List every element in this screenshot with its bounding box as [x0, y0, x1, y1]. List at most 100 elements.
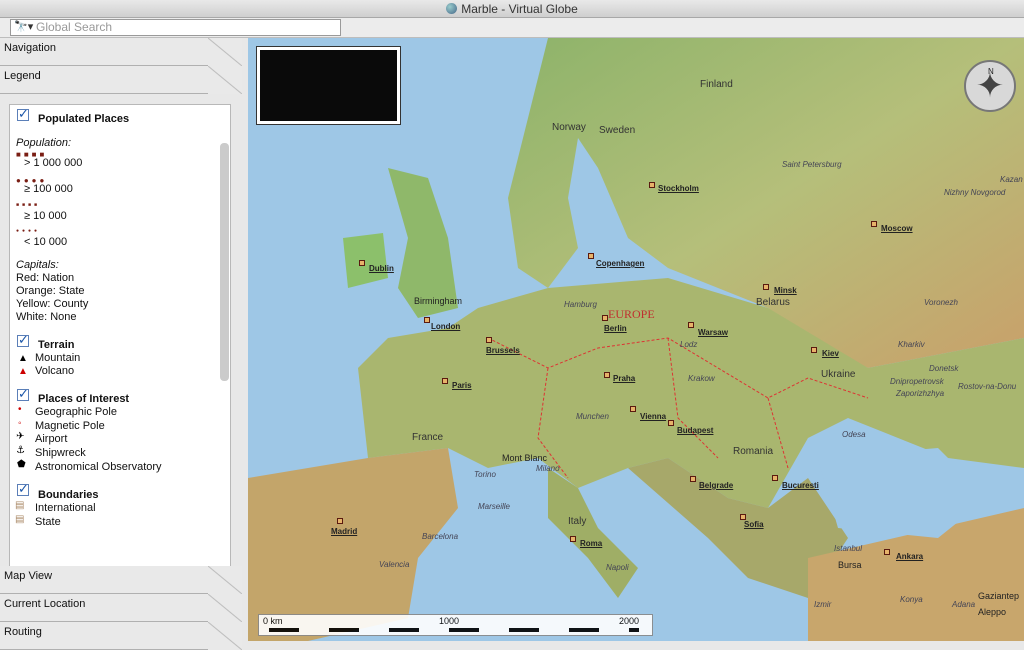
legend-scrollbar[interactable] — [220, 143, 229, 381]
tab-label: Map View — [4, 570, 53, 582]
city-marker[interactable] — [359, 260, 365, 266]
compass-north-label: N — [988, 67, 994, 76]
city-marker[interactable] — [486, 337, 492, 343]
city-label[interactable]: Valencia — [379, 560, 409, 569]
magnetic-pole-icon: ◦ — [18, 418, 22, 429]
city-label[interactable]: Napoli — [606, 563, 629, 572]
city-label[interactable]: Paris — [452, 381, 472, 390]
tab-routing[interactable]: Routing — [0, 622, 242, 650]
city-label[interactable]: Nizhny Novgorod — [944, 188, 1005, 197]
city-label[interactable]: Barcelona — [422, 532, 458, 541]
legend-item: Airport — [35, 433, 68, 445]
city-marker[interactable] — [871, 221, 877, 227]
city-label[interactable]: Odesa — [842, 430, 866, 439]
city-marker[interactable] — [604, 372, 610, 378]
city-label[interactable]: Berlin — [604, 324, 627, 333]
city-marker[interactable] — [884, 549, 890, 555]
legend-item: State — [35, 516, 61, 528]
map-view[interactable]: N ✦ EUROPE Finland Norway Sweden Belarus … — [248, 38, 1024, 641]
compass-icon[interactable]: N ✦ — [964, 60, 1016, 112]
capitals-label: Capitals: — [16, 259, 59, 271]
city-label[interactable]: Donetsk — [929, 364, 958, 373]
mountain-icon: ▲ — [18, 353, 28, 364]
overview-map[interactable] — [256, 46, 401, 125]
city-label[interactable]: Belgrade — [699, 481, 733, 490]
city-label[interactable]: Vienna — [640, 412, 666, 421]
city-label[interactable]: Istanbul — [834, 544, 862, 553]
city-label[interactable]: Hamburg — [564, 300, 597, 309]
city-label[interactable]: Roma — [580, 539, 602, 548]
tab-label: Current Location — [4, 598, 86, 610]
populated-places-checkbox[interactable] — [17, 106, 29, 122]
country-label: Italy — [568, 516, 587, 527]
city-label[interactable]: Aleppo — [978, 607, 1006, 617]
city-label[interactable]: Izmir — [814, 600, 831, 609]
legend-item: Geographic Pole — [35, 406, 117, 418]
city-label[interactable]: Konya — [900, 595, 923, 604]
city-marker[interactable] — [424, 317, 430, 323]
geographic-pole-icon: • — [18, 404, 22, 415]
city-label[interactable]: Dublin — [369, 264, 394, 273]
city-marker[interactable] — [630, 406, 636, 412]
global-search-input[interactable]: 🔭▾ Global Search — [10, 19, 341, 36]
city-label[interactable]: Sofia — [744, 520, 764, 529]
city-label[interactable]: Milano — [536, 464, 560, 473]
city-label[interactable]: Torino — [474, 470, 496, 479]
city-symbol-row: ●●●● — [16, 228, 41, 234]
city-marker[interactable] — [688, 322, 694, 328]
city-marker[interactable] — [570, 536, 576, 542]
city-label[interactable]: Munchen — [576, 412, 609, 421]
city-marker[interactable] — [772, 475, 778, 481]
tab-navigation[interactable]: Navigation — [0, 38, 242, 66]
city-label[interactable]: Budapest — [677, 426, 713, 435]
city-label[interactable]: Dnipropetrovsk — [890, 377, 944, 386]
city-marker[interactable] — [602, 315, 608, 321]
city-label[interactable]: Adana — [952, 600, 975, 609]
city-marker[interactable] — [811, 347, 817, 353]
overview-world-map — [260, 50, 397, 121]
tab-label: Legend — [4, 70, 41, 82]
city-label[interactable]: Gaziantep — [978, 591, 1019, 601]
city-label[interactable]: Marseille — [478, 502, 510, 511]
marble-globe-icon — [446, 3, 458, 14]
places-of-interest-checkbox[interactable] — [17, 386, 29, 402]
city-label[interactable]: Minsk — [774, 286, 797, 295]
city-label[interactable]: Birmingham — [414, 296, 462, 306]
city-label[interactable]: Mont Blanc — [502, 453, 547, 463]
scale-label: 2000 — [619, 616, 640, 626]
city-label[interactable]: Brussels — [486, 346, 520, 355]
boundaries-checkbox[interactable] — [17, 481, 29, 497]
tab-current-location[interactable]: Current Location — [0, 594, 242, 622]
city-label[interactable]: Kharkiv — [898, 340, 925, 349]
city-label[interactable]: Voronezh — [924, 298, 958, 307]
city-label[interactable]: Stockholm — [658, 184, 699, 193]
city-label[interactable]: Bursa — [838, 560, 862, 570]
city-marker[interactable] — [337, 518, 343, 524]
city-label[interactable]: Lodz — [680, 340, 697, 349]
city-label[interactable]: Moscow — [881, 224, 913, 233]
city-marker[interactable] — [690, 476, 696, 482]
city-label[interactable]: Bucuresti — [782, 481, 819, 490]
terrain-checkbox[interactable] — [17, 332, 29, 348]
international-boundary-icon: ▤ — [15, 500, 25, 511]
city-label[interactable]: Ankara — [896, 552, 923, 561]
tab-map-view[interactable]: Map View — [0, 566, 242, 594]
city-marker[interactable] — [649, 182, 655, 188]
city-label[interactable]: Zaporizhzhya — [896, 389, 944, 398]
city-label[interactable]: Kiev — [822, 349, 839, 358]
tab-legend[interactable]: Legend — [0, 66, 242, 94]
city-marker[interactable] — [588, 253, 594, 259]
city-marker[interactable] — [763, 284, 769, 290]
city-label[interactable]: Saint Petersburg — [782, 160, 842, 169]
binoculars-icon[interactable]: 🔭▾ — [14, 20, 33, 35]
city-label[interactable]: London — [431, 322, 460, 331]
city-label[interactable]: Krakow — [688, 374, 715, 383]
city-label[interactable]: Rostov-na-Donu — [958, 382, 1016, 391]
city-label[interactable]: Warsaw — [698, 328, 728, 337]
city-marker[interactable] — [668, 420, 674, 426]
city-label[interactable]: Madrid — [331, 527, 357, 536]
city-label[interactable]: Kazan — [1000, 175, 1023, 184]
city-marker[interactable] — [442, 378, 448, 384]
city-label[interactable]: Copenhagen — [596, 259, 644, 268]
city-label[interactable]: Praha — [613, 374, 635, 383]
